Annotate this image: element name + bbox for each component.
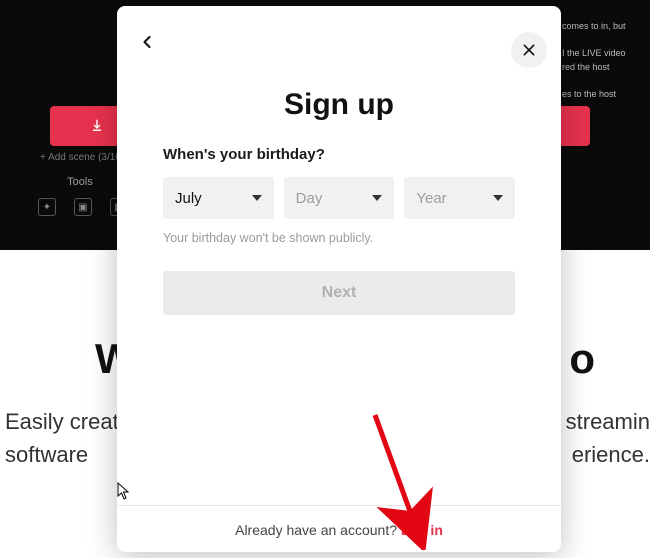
birthday-label: When's your birthday? bbox=[163, 146, 515, 163]
day-placeholder: Day bbox=[296, 190, 323, 207]
year-select[interactable]: Year bbox=[404, 177, 515, 219]
login-link[interactable]: Log in bbox=[401, 522, 443, 538]
close-icon bbox=[521, 42, 537, 58]
camera-icon: ▣ bbox=[74, 198, 92, 216]
birthday-row: July Day Year bbox=[163, 177, 515, 219]
sub-left-2: software bbox=[5, 438, 119, 471]
birthday-hint: Your birthday won't be shown publicly. bbox=[163, 231, 515, 245]
sub-right-1: e streamin bbox=[547, 405, 650, 438]
modal-title: Sign up bbox=[117, 88, 561, 122]
modal-footer: Already have an account? Log in bbox=[117, 505, 561, 552]
download-icon bbox=[90, 118, 104, 135]
modal-header bbox=[117, 6, 561, 60]
mouse-cursor-icon bbox=[117, 482, 131, 503]
chevron-left-icon bbox=[137, 32, 157, 52]
day-select[interactable]: Day bbox=[284, 177, 395, 219]
back-button[interactable] bbox=[133, 28, 161, 56]
month-select[interactable]: July bbox=[163, 177, 274, 219]
chevron-down-icon bbox=[252, 195, 262, 201]
sub-left-1: Easily creat bbox=[5, 405, 119, 438]
chat-strip: comes to in, but I the LIVE video red th… bbox=[562, 20, 642, 101]
signup-modal: Sign up When's your birthday? July Day Y… bbox=[117, 6, 561, 552]
tool-icons: ✦ ▣ ▦ bbox=[38, 198, 128, 216]
tools-label: Tools bbox=[30, 176, 130, 188]
next-button[interactable]: Next bbox=[163, 271, 515, 315]
chevron-down-icon bbox=[372, 195, 382, 201]
chevron-down-icon bbox=[493, 195, 503, 201]
footer-text: Already have an account? bbox=[235, 522, 401, 538]
heading-right: o bbox=[569, 335, 595, 383]
sparkle-icon: ✦ bbox=[38, 198, 56, 216]
year-placeholder: Year bbox=[416, 190, 446, 207]
sub-right-2: erience. bbox=[547, 438, 650, 471]
month-value: July bbox=[175, 190, 202, 207]
close-button[interactable] bbox=[511, 32, 547, 68]
add-scene-label: + Add scene (3/10) bbox=[40, 152, 124, 163]
signup-form: When's your birthday? July Day Year Your… bbox=[117, 122, 561, 315]
